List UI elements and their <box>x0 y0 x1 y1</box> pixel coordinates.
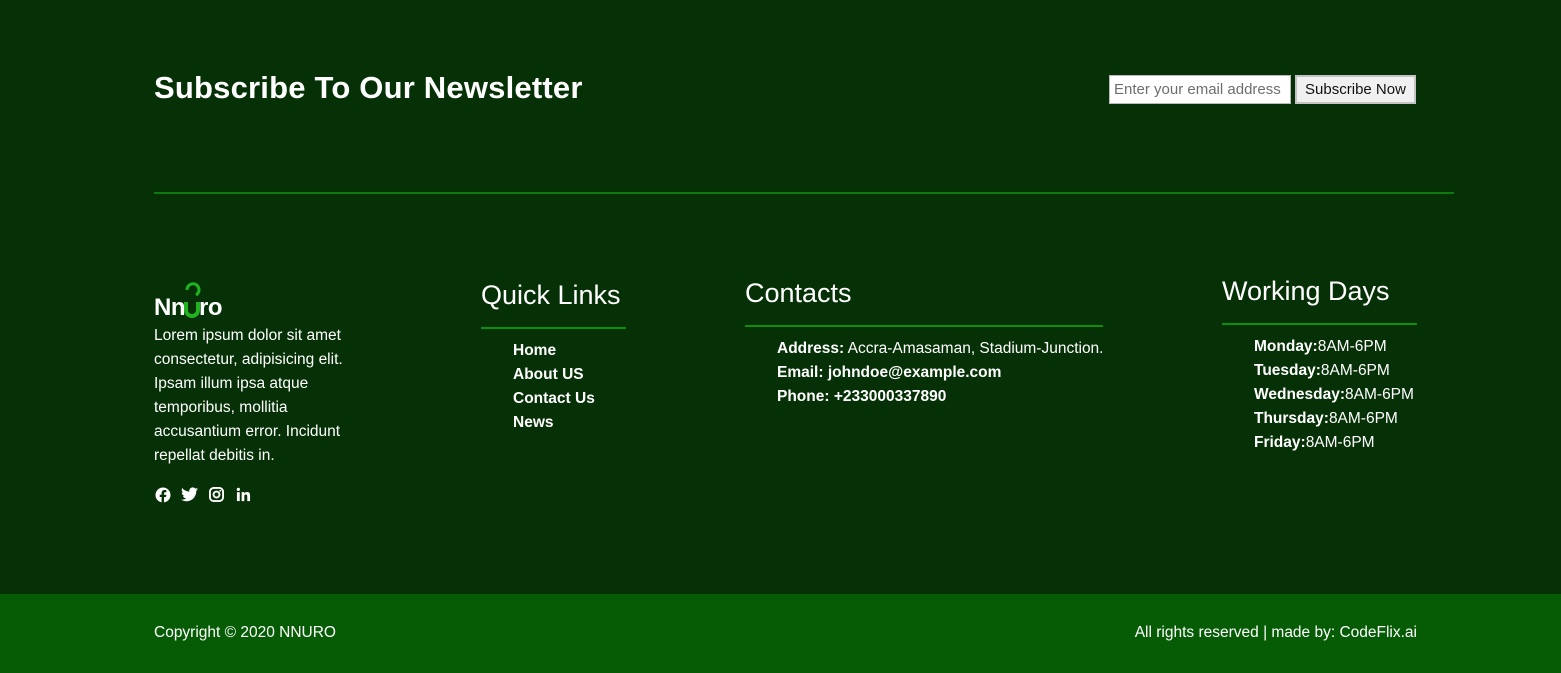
day-hours: 8AM-6PM <box>1345 386 1414 403</box>
day-hours: 8AM-6PM <box>1317 338 1387 355</box>
instagram-icon[interactable] <box>208 486 225 503</box>
copyright-text: Copyright © 2020 NNURO <box>154 624 336 641</box>
link-home[interactable]: Home <box>513 339 595 363</box>
phone-label: Phone: <box>777 388 830 405</box>
address-label: Address: <box>777 340 845 357</box>
contacts-list: Address: Accra-Amasaman, Stadium-Junctio… <box>777 337 1104 409</box>
working-days-list: Monday:8AM-6PM Tuesday:8AM-6PM Wednesday… <box>1254 335 1414 455</box>
contacts-underline <box>745 325 1103 327</box>
day-tuesday: Tuesday:8AM-6PM <box>1254 359 1414 383</box>
day-wednesday: Wednesday:8AM-6PM <box>1254 383 1414 407</box>
twitter-icon[interactable] <box>181 486 198 503</box>
quick-links-title: Quick Links <box>481 280 621 310</box>
quick-links-list: Home About US Contact Us News <box>513 339 595 435</box>
email-input[interactable] <box>1109 75 1291 104</box>
social-links <box>154 486 252 503</box>
day-friday: Friday:8AM-6PM <box>1254 431 1414 455</box>
day-label: Friday: <box>1254 434 1306 451</box>
contacts-title: Contacts <box>745 278 852 308</box>
quick-links-underline <box>481 327 626 329</box>
rights-text: All rights reserved | made by: CodeFlix.… <box>1134 624 1417 641</box>
day-hours: 8AM-6PM <box>1320 362 1390 379</box>
email-label: Email: <box>777 364 824 381</box>
newsletter-form: Subscribe Now <box>1109 75 1416 104</box>
footer-main: Subscribe To Our Newsletter Subscribe No… <box>0 0 1561 594</box>
phone-value: +233000337890 <box>833 388 947 405</box>
day-thursday: Thursday:8AM-6PM <box>1254 407 1414 431</box>
email-value[interactable]: johndoe@example.com <box>828 364 1002 381</box>
nnuro-logo[interactable]: Nn ro <box>154 281 234 319</box>
day-hours: 8AM-6PM <box>1328 410 1398 427</box>
day-monday: Monday:8AM-6PM <box>1254 335 1414 359</box>
working-days-underline <box>1222 323 1417 325</box>
section-divider <box>154 192 1454 194</box>
subscribe-button[interactable]: Subscribe Now <box>1295 75 1416 104</box>
linkedin-icon[interactable] <box>235 486 252 503</box>
day-label: Tuesday: <box>1254 362 1321 379</box>
contact-phone: Phone: +233000337890 <box>777 385 1104 409</box>
day-label: Thursday: <box>1254 410 1329 427</box>
link-news[interactable]: News <box>513 411 595 435</box>
link-contact[interactable]: Contact Us <box>513 387 595 411</box>
day-hours: 8AM-6PM <box>1305 434 1375 451</box>
day-label: Monday: <box>1254 338 1318 355</box>
address-value: Accra-Amasaman, Stadium-Junction. <box>847 340 1104 357</box>
link-about[interactable]: About US <box>513 363 595 387</box>
contact-email: Email: johndoe@example.com <box>777 361 1104 385</box>
logo-text: Nn <box>154 294 185 319</box>
about-description: Lorem ipsum dolor sit amet consectetur, … <box>154 327 343 464</box>
svg-text:ro: ro <box>199 294 222 319</box>
day-label: Wednesday: <box>1254 386 1346 403</box>
contact-address: Address: Accra-Amasaman, Stadium-Junctio… <box>777 337 1104 361</box>
working-days-title: Working Days <box>1222 276 1390 306</box>
facebook-icon[interactable] <box>154 486 171 503</box>
newsletter-title: Subscribe To Our Newsletter <box>154 70 583 105</box>
